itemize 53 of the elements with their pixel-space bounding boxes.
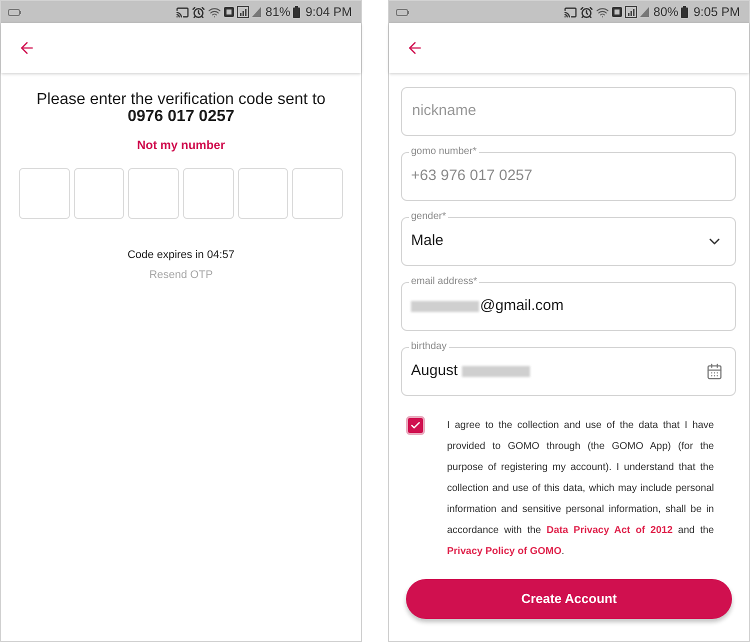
clock-time: 9:05 PM xyxy=(693,6,740,18)
dropdown-field[interactable]: gender* Male xyxy=(401,210,736,266)
field-value: +63 976 017 0257 xyxy=(411,166,532,186)
battery-icon xyxy=(396,8,409,16)
checkmark-icon xyxy=(410,420,421,431)
wifi-icon xyxy=(208,6,222,18)
wifi-icon xyxy=(596,6,610,18)
square-icon xyxy=(612,7,622,17)
timer-text: Code expires in 04:57 xyxy=(127,249,234,262)
text-field[interactable]: email address* @gmail.com xyxy=(401,275,736,331)
battery-percent: 81% xyxy=(265,6,290,18)
back-button[interactable] xyxy=(18,39,36,57)
battery-icon xyxy=(293,6,300,18)
signal-icon xyxy=(252,7,262,17)
date-field[interactable]: birthday August xyxy=(401,340,736,396)
blurred-block xyxy=(462,366,530,377)
code-input-box[interactable] xyxy=(128,168,180,219)
square-icon xyxy=(224,7,234,17)
code-input-box[interactable] xyxy=(183,168,234,219)
signal-icon xyxy=(237,6,250,18)
policy-link[interactable]: Privacy Policy of GOMO xyxy=(447,546,562,557)
phone-number: 0976 017 0257 xyxy=(128,108,234,125)
code-input-box[interactable] xyxy=(292,168,344,219)
calendar-icon xyxy=(706,363,723,380)
field-value: August xyxy=(411,361,458,382)
back-button[interactable] xyxy=(406,39,424,57)
clock-time: 9:04 PM xyxy=(305,6,352,18)
battery-percent: 80% xyxy=(653,6,678,18)
battery-icon xyxy=(8,8,21,16)
consent-text: I agree to the collection and use of the data that I have provided to GOMO through (the GOMO App) (for the purpose of registering my account). I understand that the collection and use of this data, which may include personal information and sensitive personal information, shall be in accordance with the Data Privacy Act of 2012 and the Privacy Policy of GOMO. xyxy=(447,419,714,559)
alarm-clock-icon xyxy=(580,6,594,18)
field-label: birthday xyxy=(409,341,449,353)
field-label: gomo number* xyxy=(409,146,479,158)
consent-checkbox[interactable] xyxy=(406,416,425,435)
prompt-text: Please enter the verification code sent to xyxy=(36,92,326,108)
signal-icon xyxy=(640,7,650,17)
create-account-button[interactable]: Create Account xyxy=(406,579,732,619)
battery-icon xyxy=(681,6,688,18)
text-field[interactable]: nickname xyxy=(401,87,736,136)
not-my-number-link[interactable]: Not my number xyxy=(136,138,225,152)
policy-link[interactable]: Data Privacy Act of 2012 xyxy=(546,525,673,536)
code-input-box[interactable] xyxy=(238,168,288,219)
alarm-clock-icon xyxy=(192,6,206,18)
blurred-block xyxy=(411,301,479,312)
field-placeholder: nickname xyxy=(412,101,476,122)
field-label: gender* xyxy=(409,211,448,223)
signal-icon xyxy=(625,6,638,18)
cast-icon xyxy=(564,6,578,18)
code-input-box[interactable] xyxy=(74,168,124,219)
cast-icon xyxy=(176,6,190,18)
field-value: Male xyxy=(411,231,444,252)
code-input-box[interactable] xyxy=(19,168,70,219)
field-value: @gmail.com xyxy=(480,296,564,316)
